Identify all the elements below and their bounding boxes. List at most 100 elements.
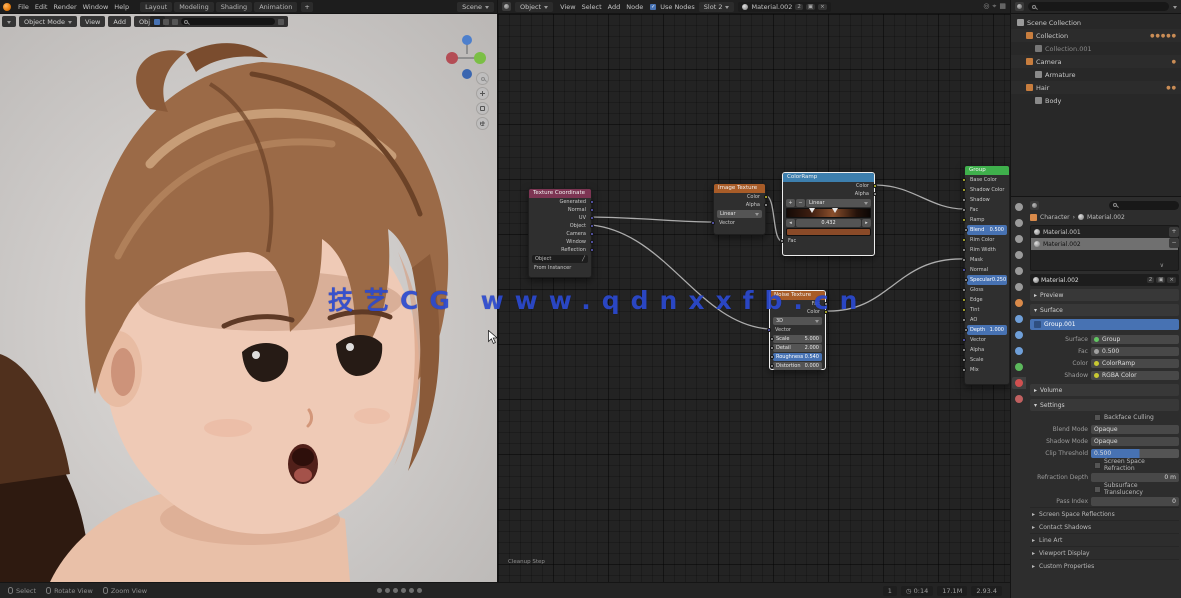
checkbox[interactable] <box>1094 462 1101 469</box>
workspace-tab[interactable]: Shading <box>216 2 252 12</box>
node-socket[interactable] <box>962 178 966 182</box>
node-input-row[interactable]: Blend 0.500 <box>967 225 1007 235</box>
node-input-row[interactable]: Mask <box>965 255 1009 265</box>
node-socket[interactable] <box>767 328 771 332</box>
viewport-menu[interactable]: View <box>80 16 105 27</box>
node-value-slider[interactable]: Distortion 0.000 <box>773 362 822 370</box>
use-nodes-checkbox[interactable]: ✓ <box>650 4 656 10</box>
select-tool-icon[interactable] <box>154 19 160 25</box>
zoom-button[interactable] <box>476 72 489 85</box>
surface-input-field[interactable]: 0.500 <box>1091 347 1179 356</box>
panel-volume[interactable]: ▸ Volume <box>1030 384 1179 396</box>
settings-field[interactable]: 0.500 <box>1091 449 1179 458</box>
workspace-tab[interactable]: Modeling <box>174 2 214 12</box>
node-socket[interactable] <box>873 192 877 196</box>
object-icon[interactable] <box>1030 214 1037 221</box>
filter-icon[interactable] <box>1173 6 1177 11</box>
properties-tab-icon[interactable] <box>1012 249 1026 261</box>
topbar-menu[interactable]: Render <box>50 3 79 11</box>
shader-mode-dropdown[interactable]: Object <box>515 2 553 12</box>
panel-settings[interactable]: ▾ Settings <box>1030 399 1179 411</box>
material-slot[interactable]: Material.002 <box>1031 238 1178 250</box>
collapsed-panel[interactable]: ▸ Screen Space Reflections <box>1030 507 1179 520</box>
node-socket[interactable] <box>590 248 594 252</box>
checkbox[interactable] <box>1094 486 1101 493</box>
node-value-slider[interactable]: Roughness 0.540 <box>773 353 822 361</box>
dimensions-dropdown[interactable]: 3D <box>773 317 822 325</box>
node-socket[interactable] <box>964 228 968 232</box>
properties-editor-type-icon[interactable] <box>1030 201 1039 210</box>
fake-user-shield-icon[interactable]: ▣ <box>1156 277 1165 283</box>
panel-preview[interactable]: ▸ Preview <box>1030 289 1179 301</box>
node-header[interactable]: ColorRamp <box>783 173 874 182</box>
node-socket[interactable] <box>962 358 966 362</box>
node-socket[interactable] <box>962 308 966 312</box>
users-count-badge[interactable]: 2 <box>795 4 803 10</box>
remove-stop-button[interactable]: − <box>796 199 805 207</box>
slot-specials-menu[interactable]: ∨ <box>1160 262 1164 269</box>
collapsed-panel[interactable]: ▸ Line Art <box>1030 533 1179 546</box>
node-socket[interactable] <box>964 328 968 332</box>
node-socket[interactable] <box>590 224 594 228</box>
outliner-row[interactable]: Scene Collection <box>1011 16 1181 29</box>
object-field[interactable]: Object ╱ <box>532 255 588 263</box>
node-socket[interactable] <box>780 239 784 243</box>
node-input-row[interactable]: Rim Width <box>965 245 1009 255</box>
shader-editor-menu[interactable]: Add <box>605 3 624 11</box>
outliner-row[interactable]: Body <box>1011 94 1181 107</box>
node-input-row[interactable]: Mix <box>965 365 1009 375</box>
node-socket[interactable] <box>770 364 774 368</box>
node-input-row[interactable]: Alpha <box>965 345 1009 355</box>
stop-color-swatch[interactable] <box>786 228 871 236</box>
outliner-row[interactable]: Hair ●● <box>1011 81 1181 94</box>
properties-tab-icon[interactable] <box>1012 361 1026 373</box>
outliner-row[interactable]: Collection ●●●●● <box>1011 29 1181 42</box>
viewport-menu[interactable]: Add <box>108 16 131 27</box>
node-socket[interactable] <box>962 338 966 342</box>
node-input-row[interactable]: Ramp <box>965 215 1009 225</box>
node-socket[interactable] <box>962 198 966 202</box>
settings-field[interactable]: Subsurface Translucency <box>1091 485 1179 494</box>
surface-input-field[interactable]: Group <box>1091 335 1179 344</box>
material-slot[interactable]: Material.001 <box>1031 226 1178 238</box>
interpolation-dropdown[interactable]: Linear <box>717 210 762 218</box>
users-count-badge[interactable]: 2 <box>1147 277 1155 283</box>
node-input-row[interactable]: Edge <box>965 295 1009 305</box>
node-socket[interactable] <box>764 195 768 199</box>
add-slot-button[interactable]: + <box>1169 227 1179 237</box>
node-input-row[interactable]: Base Color <box>965 175 1009 185</box>
camera-view-button[interactable] <box>476 102 489 115</box>
viewport-search-input[interactable] <box>181 18 275 25</box>
node-group[interactable]: Group Base Color Shadow Color <box>964 165 1010 385</box>
settings-field[interactable]: 0 m <box>1091 473 1179 482</box>
node-input-row[interactable]: AO <box>965 315 1009 325</box>
surface-input-field[interactable]: RGBA Color <box>1091 371 1179 380</box>
node-texture-coordinate[interactable]: Texture Coordinate Generated Normal UV <box>528 188 592 278</box>
node-color-ramp[interactable]: ColorRamp Color Alpha + − <box>782 172 875 256</box>
node-socket[interactable] <box>962 268 966 272</box>
settings-field[interactable]: Screen Space Refraction <box>1091 461 1179 470</box>
node-socket[interactable] <box>590 208 594 212</box>
properties-tab-icon[interactable] <box>1012 217 1026 229</box>
editor-type-button[interactable] <box>2 16 16 27</box>
color-ramp-gradient[interactable] <box>786 208 871 218</box>
remove-slot-button[interactable]: − <box>1169 238 1179 248</box>
perspective-toggle-button[interactable] <box>476 117 489 130</box>
shader-editor-menu[interactable]: View <box>557 3 578 11</box>
scene-selector[interactable]: Scene <box>457 2 494 12</box>
shader-editor-type-icon[interactable] <box>502 2 511 11</box>
material-datablock-field[interactable]: Material.002 2 ▣ × <box>1030 274 1179 286</box>
properties-tab-icon[interactable] <box>1012 345 1026 357</box>
add-stop-button[interactable]: + <box>786 199 795 207</box>
next-stop-button[interactable]: ▸ <box>862 219 871 227</box>
settings-field[interactable]: Opaque <box>1091 425 1179 434</box>
node-input-row[interactable]: Tint <box>965 305 1009 315</box>
node-socket[interactable] <box>962 348 966 352</box>
material-datablock[interactable]: Material.002 2 ▣ × <box>738 2 830 12</box>
node-input-row[interactable]: Shadow Color <box>965 185 1009 195</box>
properties-tab-icon[interactable] <box>1012 281 1026 293</box>
properties-tab-icon[interactable] <box>1012 233 1026 245</box>
outliner-search-input[interactable] <box>1028 2 1169 11</box>
node-socket[interactable] <box>962 298 966 302</box>
interpolation-dropdown[interactable]: Linear <box>806 199 871 207</box>
